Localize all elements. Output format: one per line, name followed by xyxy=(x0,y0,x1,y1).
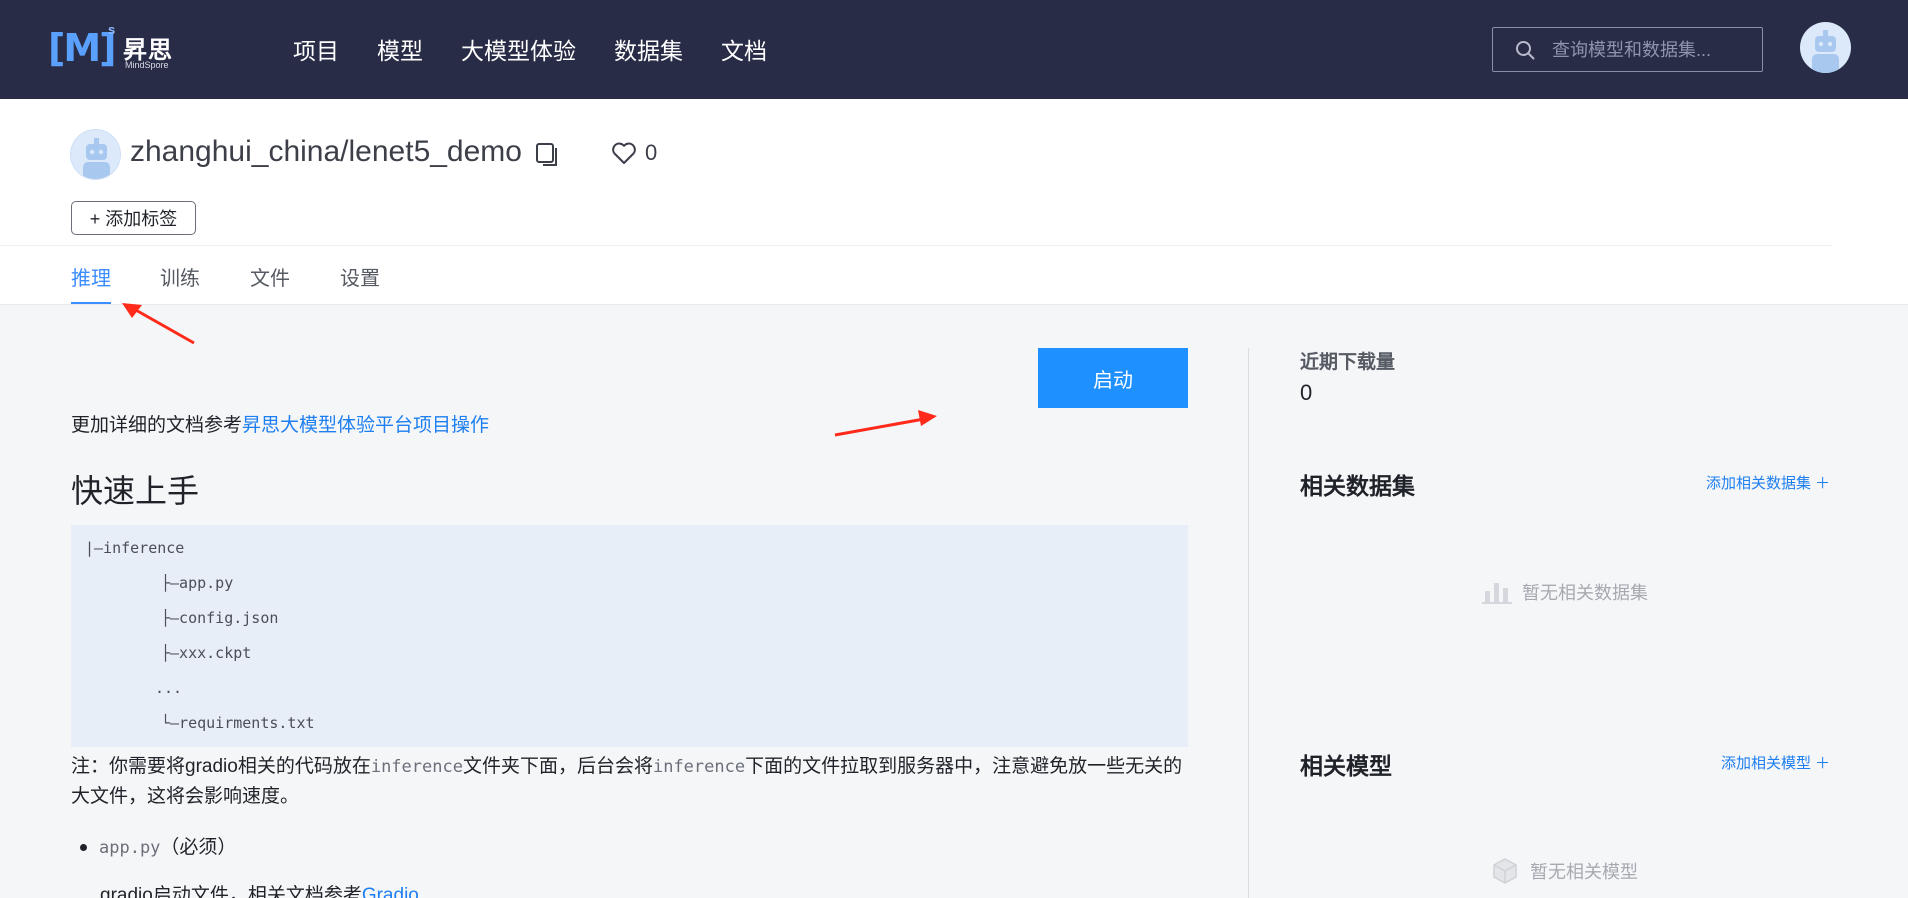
code-line: ... xyxy=(155,679,183,697)
annotation-arrow-icon xyxy=(834,410,937,437)
robot-avatar-icon xyxy=(83,138,110,179)
doc-reference: 更加详细的文档参考昇思大模型体验平台项目操作 xyxy=(71,410,489,437)
nav-item-docs[interactable]: 文档 xyxy=(721,32,767,66)
search-input[interactable] xyxy=(1552,37,1752,63)
gradio-description: gradio启动文件，相关文档参考Gradio xyxy=(100,880,419,898)
bullet-dot xyxy=(80,844,87,852)
bullet-text: （必须） xyxy=(160,837,237,858)
repo-header: zhanghui_china/lenet5_demo 0 + 添加标签 推理 训… xyxy=(0,99,1908,305)
list-item: app.py（必须） xyxy=(80,832,236,859)
nav-item-llm-experience[interactable]: 大模型体验 xyxy=(461,32,576,66)
downloads-value: 0 xyxy=(1300,380,1313,405)
code-line: ├—xxx.ckpt xyxy=(161,644,252,662)
models-empty-text: 暂无相关模型 xyxy=(1530,862,1638,882)
doc-prefix-text: 更加详细的文档参考 xyxy=(71,415,243,436)
related-models-title: 相关模型 xyxy=(1300,753,1392,779)
sidebar-divider xyxy=(1248,348,1249,898)
gradio-text: gradio启动文件，相关文档参考 xyxy=(100,885,362,898)
quick-start-title: 快速上手 xyxy=(71,473,200,509)
header-divider xyxy=(0,304,1908,305)
note-text: 文件夹下面，后台会将 xyxy=(462,756,653,777)
repo-avatar[interactable] xyxy=(70,129,121,180)
note-paragraph: 注：你需要将gradio相关的代码放在inference文件夹下面，后台会将in… xyxy=(71,752,1189,812)
code-line: |—inference xyxy=(85,539,185,557)
code-line: ├—config.json xyxy=(161,609,279,627)
copy-icon[interactable] xyxy=(534,140,562,168)
cube-icon xyxy=(1493,858,1517,884)
mindspore-logo[interactable]: [M] s 昇思 MindSpore xyxy=(48,22,183,74)
tab-bar: 推理 训练 文件 设置 xyxy=(0,245,1832,305)
user-avatar[interactable] xyxy=(1800,22,1851,73)
heart-icon xyxy=(612,142,636,164)
top-nav-bar: [M] s 昇思 MindSpore 项目 模型 大模型体验 数据集 文档 xyxy=(0,0,1908,99)
annotation-arrow-icon xyxy=(122,303,195,345)
doc-link[interactable]: 昇思大模型体验平台项目操作 xyxy=(242,415,489,436)
related-datasets-title: 相关数据集 xyxy=(1300,473,1415,499)
nav-item-projects[interactable]: 项目 xyxy=(293,32,339,66)
datasets-empty-text: 暂无相关数据集 xyxy=(1522,583,1648,603)
bullet-code: app.py xyxy=(99,838,161,858)
models-empty-state: 暂无相关模型 xyxy=(1490,856,1638,886)
datasets-empty-state: 暂无相关数据集 xyxy=(1482,579,1648,605)
search-icon[interactable] xyxy=(1515,40,1535,60)
code-line: └—requirments.txt xyxy=(161,714,315,732)
like-count: 0 xyxy=(645,140,658,165)
note-code: inference xyxy=(652,757,746,777)
repo-title: zhanghui_china/lenet5_demo xyxy=(130,135,522,168)
tab-training[interactable]: 训练 xyxy=(160,262,200,291)
logo-mark: [M] xyxy=(48,26,117,70)
gradio-link[interactable]: Gradio xyxy=(362,885,419,898)
code-line: ├—app.py xyxy=(161,574,234,592)
tab-files[interactable]: 文件 xyxy=(250,262,290,291)
robot-avatar-icon xyxy=(1812,30,1839,73)
nav-item-models[interactable]: 模型 xyxy=(377,32,423,66)
start-button[interactable]: 启动 xyxy=(1038,348,1188,408)
downloads-label: 近期下载量 xyxy=(1300,352,1396,373)
bar-chart-icon xyxy=(1482,583,1512,604)
like-button[interactable]: 0 xyxy=(611,140,657,166)
add-related-dataset-button[interactable]: 添加相关数据集 ＋ xyxy=(1706,472,1830,493)
tab-settings[interactable]: 设置 xyxy=(340,262,380,291)
logo-sup: s xyxy=(108,22,116,37)
main-nav: 项目 模型 大模型体验 数据集 文档 xyxy=(293,32,805,66)
code-block: |—inference ├—app.py ├—config.json ├—xxx… xyxy=(71,525,1188,747)
note-text: 注：你需要将gradio相关的代码放在 xyxy=(71,756,371,777)
search-box xyxy=(1492,27,1763,72)
logo-en-text: MindSpore xyxy=(125,60,169,70)
nav-item-datasets[interactable]: 数据集 xyxy=(614,32,683,66)
add-tag-button[interactable]: + 添加标签 xyxy=(71,201,196,235)
note-code: inference xyxy=(370,757,463,777)
add-related-model-button[interactable]: 添加相关模型 ＋ xyxy=(1721,752,1830,773)
tab-inference[interactable]: 推理 xyxy=(71,262,111,291)
